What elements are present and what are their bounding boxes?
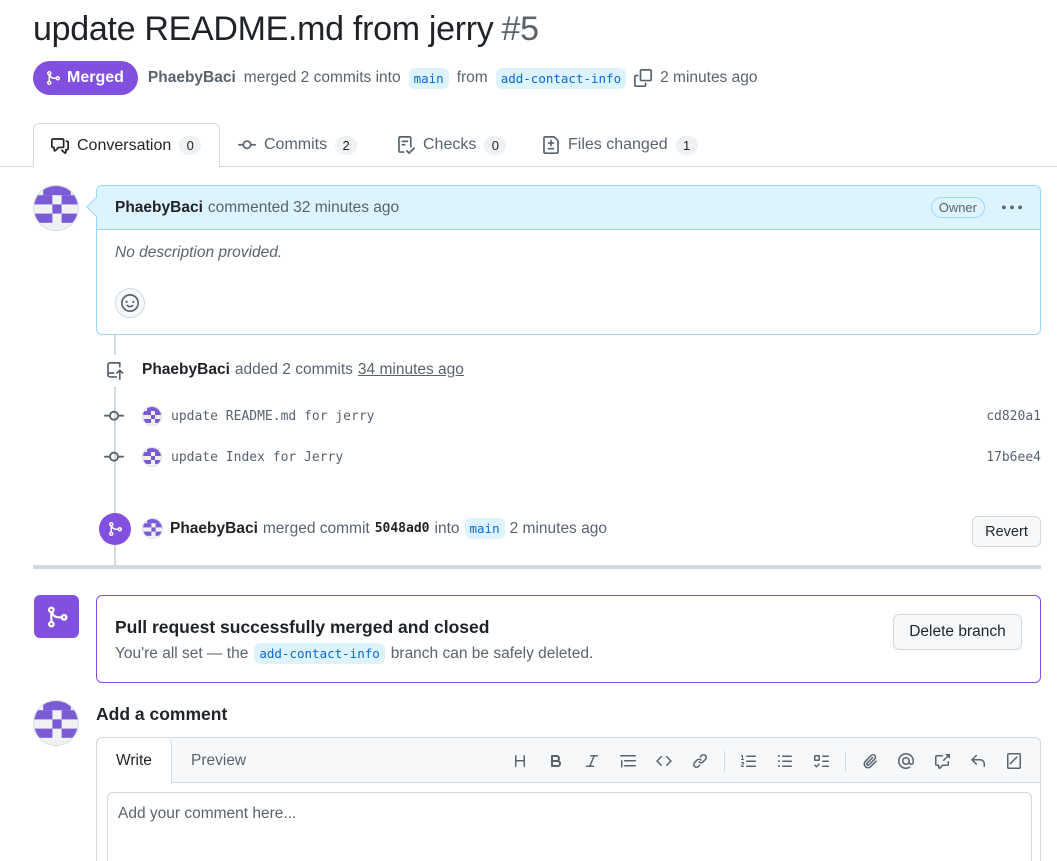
merge-base-branch[interactable]: main [464,518,505,539]
comment-action: commented 32 minutes ago [207,198,400,216]
merged-status-subtitle: You're all set — the add-contact-info br… [115,643,593,664]
list-ordered-icon[interactable] [731,748,767,774]
comment-editor: Write Preview Add your comment here... [96,737,1041,861]
kebab-horizontal-icon[interactable] [1002,198,1022,218]
pr-tabs: Conversation 0 Commits 2 Checks 0 Files … [0,123,1057,168]
tab-conversation-label: Conversation [77,136,172,154]
mention-icon[interactable] [888,748,924,774]
italic-icon[interactable] [574,748,610,774]
copy-icon[interactable] [634,69,653,87]
merge-icon [45,70,61,86]
tab-write[interactable]: Write [96,738,172,784]
tab-commits[interactable]: Commits 2 [238,123,358,167]
head-branch[interactable]: add-contact-info [495,67,627,89]
cross-reference-icon[interactable] [924,748,960,774]
tasklist-icon[interactable] [803,748,839,774]
revert-button[interactable]: Revert [972,516,1041,547]
avatar[interactable] [142,447,162,467]
comment-header: PhaebyBaci commented 32 minutes ago Owne… [97,186,1040,230]
event-author[interactable]: PhaebyBaci [142,361,230,379]
event-action: added 2 commits [234,361,353,378]
commit-row: update Index for Jerry 17b6ee4 [104,445,1041,469]
commit-message[interactable]: update Index for Jerry [171,450,343,465]
list-unordered-icon[interactable] [767,748,803,774]
comment-body: No description provided. [115,244,283,261]
pr-title-text: update README.md from jerry [33,10,494,48]
markdown-toolbar [502,748,1032,774]
timeline-divider [33,565,1041,569]
tab-commits-label: Commits [264,136,328,153]
file-diff-icon [542,136,560,154]
merge-action: merged commit [262,519,370,537]
link-icon[interactable] [682,748,718,774]
merged-sub-prefix: You're all set — the [115,644,249,662]
merged-time: 2 minutes ago [660,69,758,86]
delete-branch-button[interactable]: Delete branch [893,614,1022,650]
merged-text: merged 2 commits into [243,69,401,86]
fullscreen-icon[interactable] [996,748,1032,774]
commit-row: update README.md for jerry cd820a1 [104,404,1041,428]
smiley-icon[interactable] [115,288,145,318]
avatar[interactable] [142,406,162,426]
comment-textarea[interactable]: Add your comment here... [107,792,1032,861]
git-commit-icon [104,406,124,426]
merge-author[interactable]: PhaebyBaci [170,520,258,538]
tab-checks[interactable]: Checks 0 [397,123,507,167]
tab-preview[interactable]: Preview [191,738,246,783]
tab-conversation[interactable]: Conversation 0 [33,123,220,168]
pr-number: #5 [501,10,539,48]
merged-state-badge: Merged [33,61,138,95]
tab-files-changed[interactable]: Files changed 1 [542,123,698,167]
commit-sha[interactable]: 17b6ee4 [986,450,1041,465]
paperclip-icon[interactable] [852,748,888,774]
git-commit-icon [104,447,124,467]
quote-icon[interactable] [610,748,646,774]
editor-header: Write Preview [96,738,1040,784]
comment-author[interactable]: PhaebyBaci [115,199,203,217]
tab-checks-label: Checks [423,136,477,153]
tab-conversation-count: 0 [179,136,202,155]
commit-message[interactable]: update README.md for jerry [171,409,375,424]
merge-icon [99,513,131,545]
tab-files-label: Files changed [568,136,668,153]
tab-commits-count: 2 [335,135,358,155]
avatar[interactable] [33,185,79,231]
avatar[interactable] [142,518,163,539]
reply-icon[interactable] [960,748,996,774]
base-branch[interactable]: main [408,67,449,89]
pr-meta: Merged PhaebyBaci merged 2 commits into … [33,61,757,95]
repo-push-icon [99,355,131,387]
merged-head-branch[interactable]: add-contact-info [254,643,385,664]
tab-checks-count: 0 [484,135,507,155]
bold-icon[interactable] [538,748,574,774]
tab-files-count: 1 [675,135,698,155]
commits-added-event: PhaebyBaci added 2 commits 34 minutes ag… [142,361,464,379]
avatar[interactable] [33,700,79,746]
comment-box: PhaebyBaci commented 32 minutes ago Owne… [86,185,1041,335]
toolbar-divider [845,751,846,771]
toolbar-divider [724,751,725,771]
from-text: from [456,69,488,86]
comment-discussion-icon [51,137,69,155]
event-time-link[interactable]: 34 minutes ago [358,361,464,379]
page-title: update README.md from jerry #5 [33,10,539,49]
checklist-icon [397,136,415,154]
merged-status-box: Pull request successfully merged and clo… [96,595,1041,683]
merge-event: PhaebyBaci merged commit 5048ad0 into ma… [142,518,607,539]
git-commit-icon [238,136,256,154]
merged-sub-suffix: branch can be safely deleted. [390,644,594,662]
author-link[interactable]: PhaebyBaci [148,69,236,87]
add-comment-heading: Add a comment [96,704,228,724]
merged-status-title: Pull request successfully merged and clo… [115,617,490,637]
code-icon[interactable] [646,748,682,774]
commit-sha[interactable]: cd820a1 [986,409,1041,424]
merge-into: into [434,519,460,537]
merge-time: 2 minutes ago [509,519,607,537]
merge-icon [34,595,79,638]
heading-icon[interactable] [502,748,538,774]
owner-badge: Owner [930,197,985,218]
merged-label: Merged [67,69,124,86]
merge-commit-sha[interactable]: 5048ad0 [375,521,430,536]
